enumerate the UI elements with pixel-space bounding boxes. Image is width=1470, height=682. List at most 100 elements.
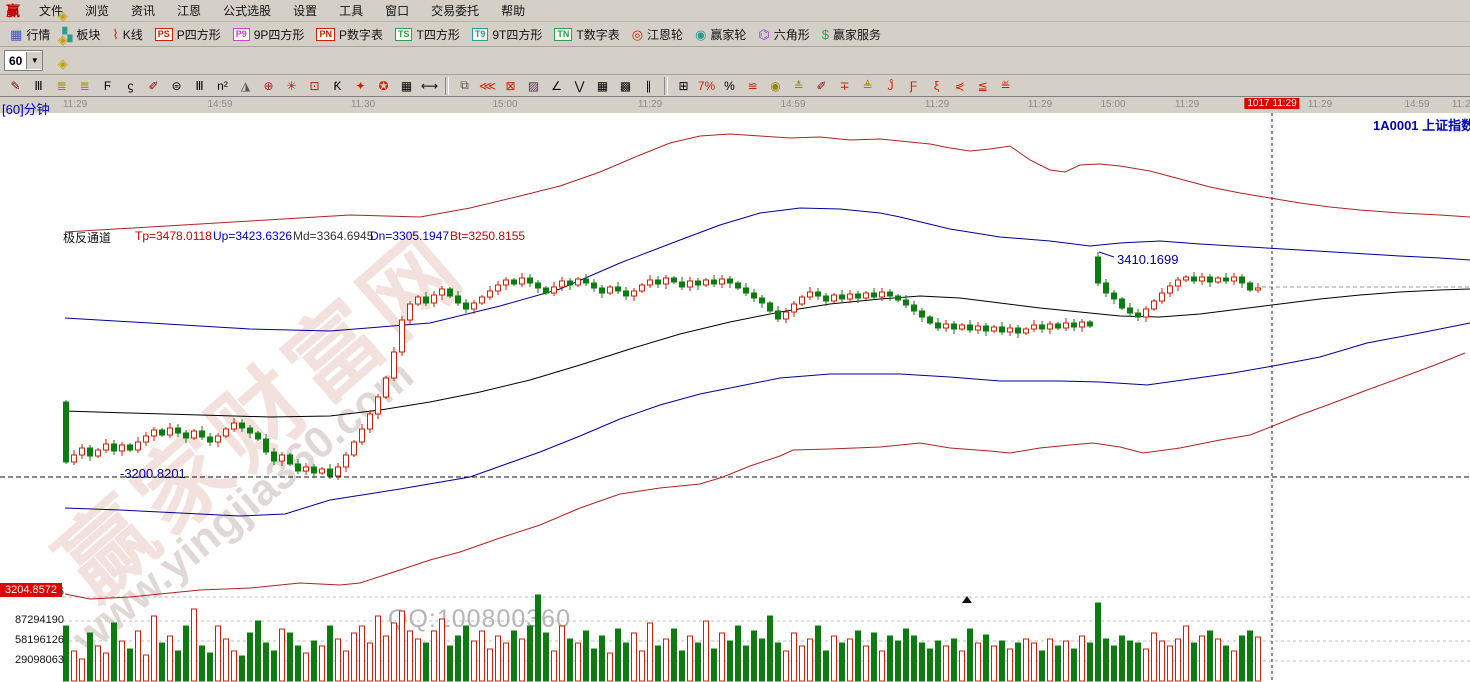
- menu-item-浏览[interactable]: 浏览: [74, 4, 120, 18]
- pencil-flag-button[interactable]: ✐: [811, 77, 832, 95]
- menu-item-资讯[interactable]: 资讯: [120, 4, 166, 18]
- circle-div-button[interactable]: ⊜: [166, 77, 187, 95]
- candle-body: [416, 297, 421, 304]
- menu-item-设置[interactable]: 设置: [282, 4, 328, 18]
- gold-levels-button[interactable]: ≛: [788, 77, 809, 95]
- candle-body: [1176, 280, 1181, 286]
- f-grid-button[interactable]: Ϝ: [97, 77, 118, 95]
- parallel-button[interactable]: ∥: [638, 77, 659, 95]
- n-square-button[interactable]: n²: [212, 77, 233, 95]
- h-measure-button[interactable]: ⟷: [419, 77, 440, 95]
- s-line-button[interactable]: ξ: [926, 77, 947, 95]
- grid-v-button[interactable]: Ⅲ: [28, 77, 49, 95]
- grid-v2-button[interactable]: Ⅲ: [189, 77, 210, 95]
- feature-winner-wheel[interactable]: ◉赢家轮: [695, 26, 746, 43]
- gold-red-button[interactable]: ≜: [857, 77, 878, 95]
- feature-p-square[interactable]: PSP四方形: [155, 26, 221, 43]
- seven-pct-button[interactable]: 7%: [696, 77, 717, 95]
- volume-bar: [152, 616, 157, 681]
- time-axis-strip: 11:2914:5911:3015:0011:2914:5911:2911:29…: [0, 97, 1470, 114]
- k-mark-button[interactable]: Ƙ: [327, 77, 348, 95]
- feature-label: K线: [123, 26, 143, 43]
- price-volume-plot[interactable]: [0, 113, 1470, 682]
- seat-line-button[interactable]: ≝: [995, 77, 1016, 95]
- menu-item-交易委托[interactable]: 交易委托: [420, 4, 490, 18]
- bow-button[interactable]: ϛ: [120, 77, 141, 95]
- candle-body: [1072, 323, 1077, 327]
- feature-t-square[interactable]: TST四方形: [395, 26, 460, 43]
- volume-bar: [1000, 641, 1005, 681]
- feature-p-table[interactable]: PNP数字表: [316, 26, 383, 43]
- low-price-annotation: -3200.8201: [120, 466, 186, 481]
- candle-body: [1000, 327, 1005, 332]
- ruler-box-button[interactable]: ⊞: [673, 77, 694, 95]
- pencil-2-button[interactable]: ✐: [143, 77, 164, 95]
- j-line-button[interactable]: Ĵ: [880, 77, 901, 95]
- chevron-down-icon[interactable]: ▼: [26, 52, 42, 69]
- volume-bar: [1208, 631, 1213, 681]
- feature-hexagon[interactable]: ⌬六角形: [758, 26, 809, 43]
- f-line-button[interactable]: Ƒ: [903, 77, 924, 95]
- period-label: [60]分钟: [2, 99, 50, 118]
- gold-grid-1-button[interactable]: ≣: [51, 77, 72, 95]
- spirit-button[interactable]: ✦: [350, 77, 371, 95]
- percent-button[interactable]: %: [719, 77, 740, 95]
- grid-b-button[interactable]: ▩: [615, 77, 636, 95]
- menu-item-公式选股[interactable]: 公式选股: [212, 4, 282, 18]
- time-label: 14:59: [207, 99, 232, 110]
- volume-bar: [712, 649, 717, 681]
- diamond-right-button[interactable]: ◈: [50, 4, 75, 28]
- target-button[interactable]: ⊕: [258, 77, 279, 95]
- winner-button[interactable]: ✪: [373, 77, 394, 95]
- feature-gann-wheel[interactable]: ◎江恩轮: [632, 26, 683, 43]
- box-target-button[interactable]: ⊡: [304, 77, 325, 95]
- candle-body: [984, 326, 989, 331]
- grid-cells-button[interactable]: ▦: [396, 77, 417, 95]
- box-fan-button[interactable]: ⊠: [500, 77, 521, 95]
- gold-grid-2-button[interactable]: ≣: [74, 77, 95, 95]
- toolbar-separator: [664, 77, 668, 95]
- menu-item-帮助[interactable]: 帮助: [490, 4, 536, 18]
- v-lines-button[interactable]: ⋁: [569, 77, 590, 95]
- feature-t-table[interactable]: TNT数字表: [554, 26, 619, 43]
- candle-body: [608, 287, 613, 293]
- menu-item-窗口[interactable]: 窗口: [374, 4, 420, 18]
- dark-box-button[interactable]: ▨: [523, 77, 544, 95]
- levels-line-button[interactable]: ≦: [972, 77, 993, 95]
- balance-button[interactable]: ∓: [834, 77, 855, 95]
- volume-bar: [528, 626, 533, 681]
- feature-9p-square[interactable]: P99P四方形: [233, 26, 305, 43]
- feature-label: 板块: [76, 26, 100, 43]
- volume-bar: [680, 651, 685, 681]
- candle-body: [96, 450, 101, 456]
- menu-item-江恩[interactable]: 江恩: [166, 4, 212, 18]
- candle-body: [600, 288, 605, 293]
- volume-bar: [480, 631, 485, 681]
- diamond-h-button[interactable]: ◈: [50, 28, 75, 52]
- candle-body: [512, 280, 517, 284]
- feature-quotes[interactable]: ▦行情: [10, 26, 50, 43]
- menu-item-工具[interactable]: 工具: [328, 4, 374, 18]
- pencil-button[interactable]: ✎: [5, 77, 26, 95]
- chart-canvas[interactable]: 赢家财富网 www.yingjia360.com QQ:100800360 极反…: [0, 113, 1470, 682]
- star-button[interactable]: ✳: [281, 77, 302, 95]
- indicator-name: 极反通道: [63, 229, 111, 246]
- feature-9t-square[interactable]: T99T四方形: [472, 26, 543, 43]
- period-combobox[interactable]: 60 ▼: [4, 50, 43, 71]
- candle-body: [952, 324, 957, 329]
- feature-winner-service[interactable]: $赢家服务: [822, 26, 881, 43]
- angle-button[interactable]: ◮: [235, 77, 256, 95]
- box-frame-button[interactable]: ⧉: [454, 77, 475, 95]
- angle-lines-button[interactable]: ∠: [546, 77, 567, 95]
- pct-levels-button[interactable]: ≌: [742, 77, 763, 95]
- volume-bar: [88, 633, 93, 681]
- diamond-in-button[interactable]: ◈: [50, 52, 75, 76]
- candle-body: [1120, 299, 1125, 308]
- grid-a-button[interactable]: ▦: [592, 77, 613, 95]
- link-line-button[interactable]: ⋞: [949, 77, 970, 95]
- fan-lines-button[interactable]: ⋘: [477, 77, 498, 95]
- winner-wheel-icon: ◉: [695, 28, 706, 41]
- gold-circle-button[interactable]: ◉: [765, 77, 786, 95]
- feature-kline[interactable]: ⌇K线: [112, 26, 142, 43]
- volume-bar: [424, 643, 429, 681]
